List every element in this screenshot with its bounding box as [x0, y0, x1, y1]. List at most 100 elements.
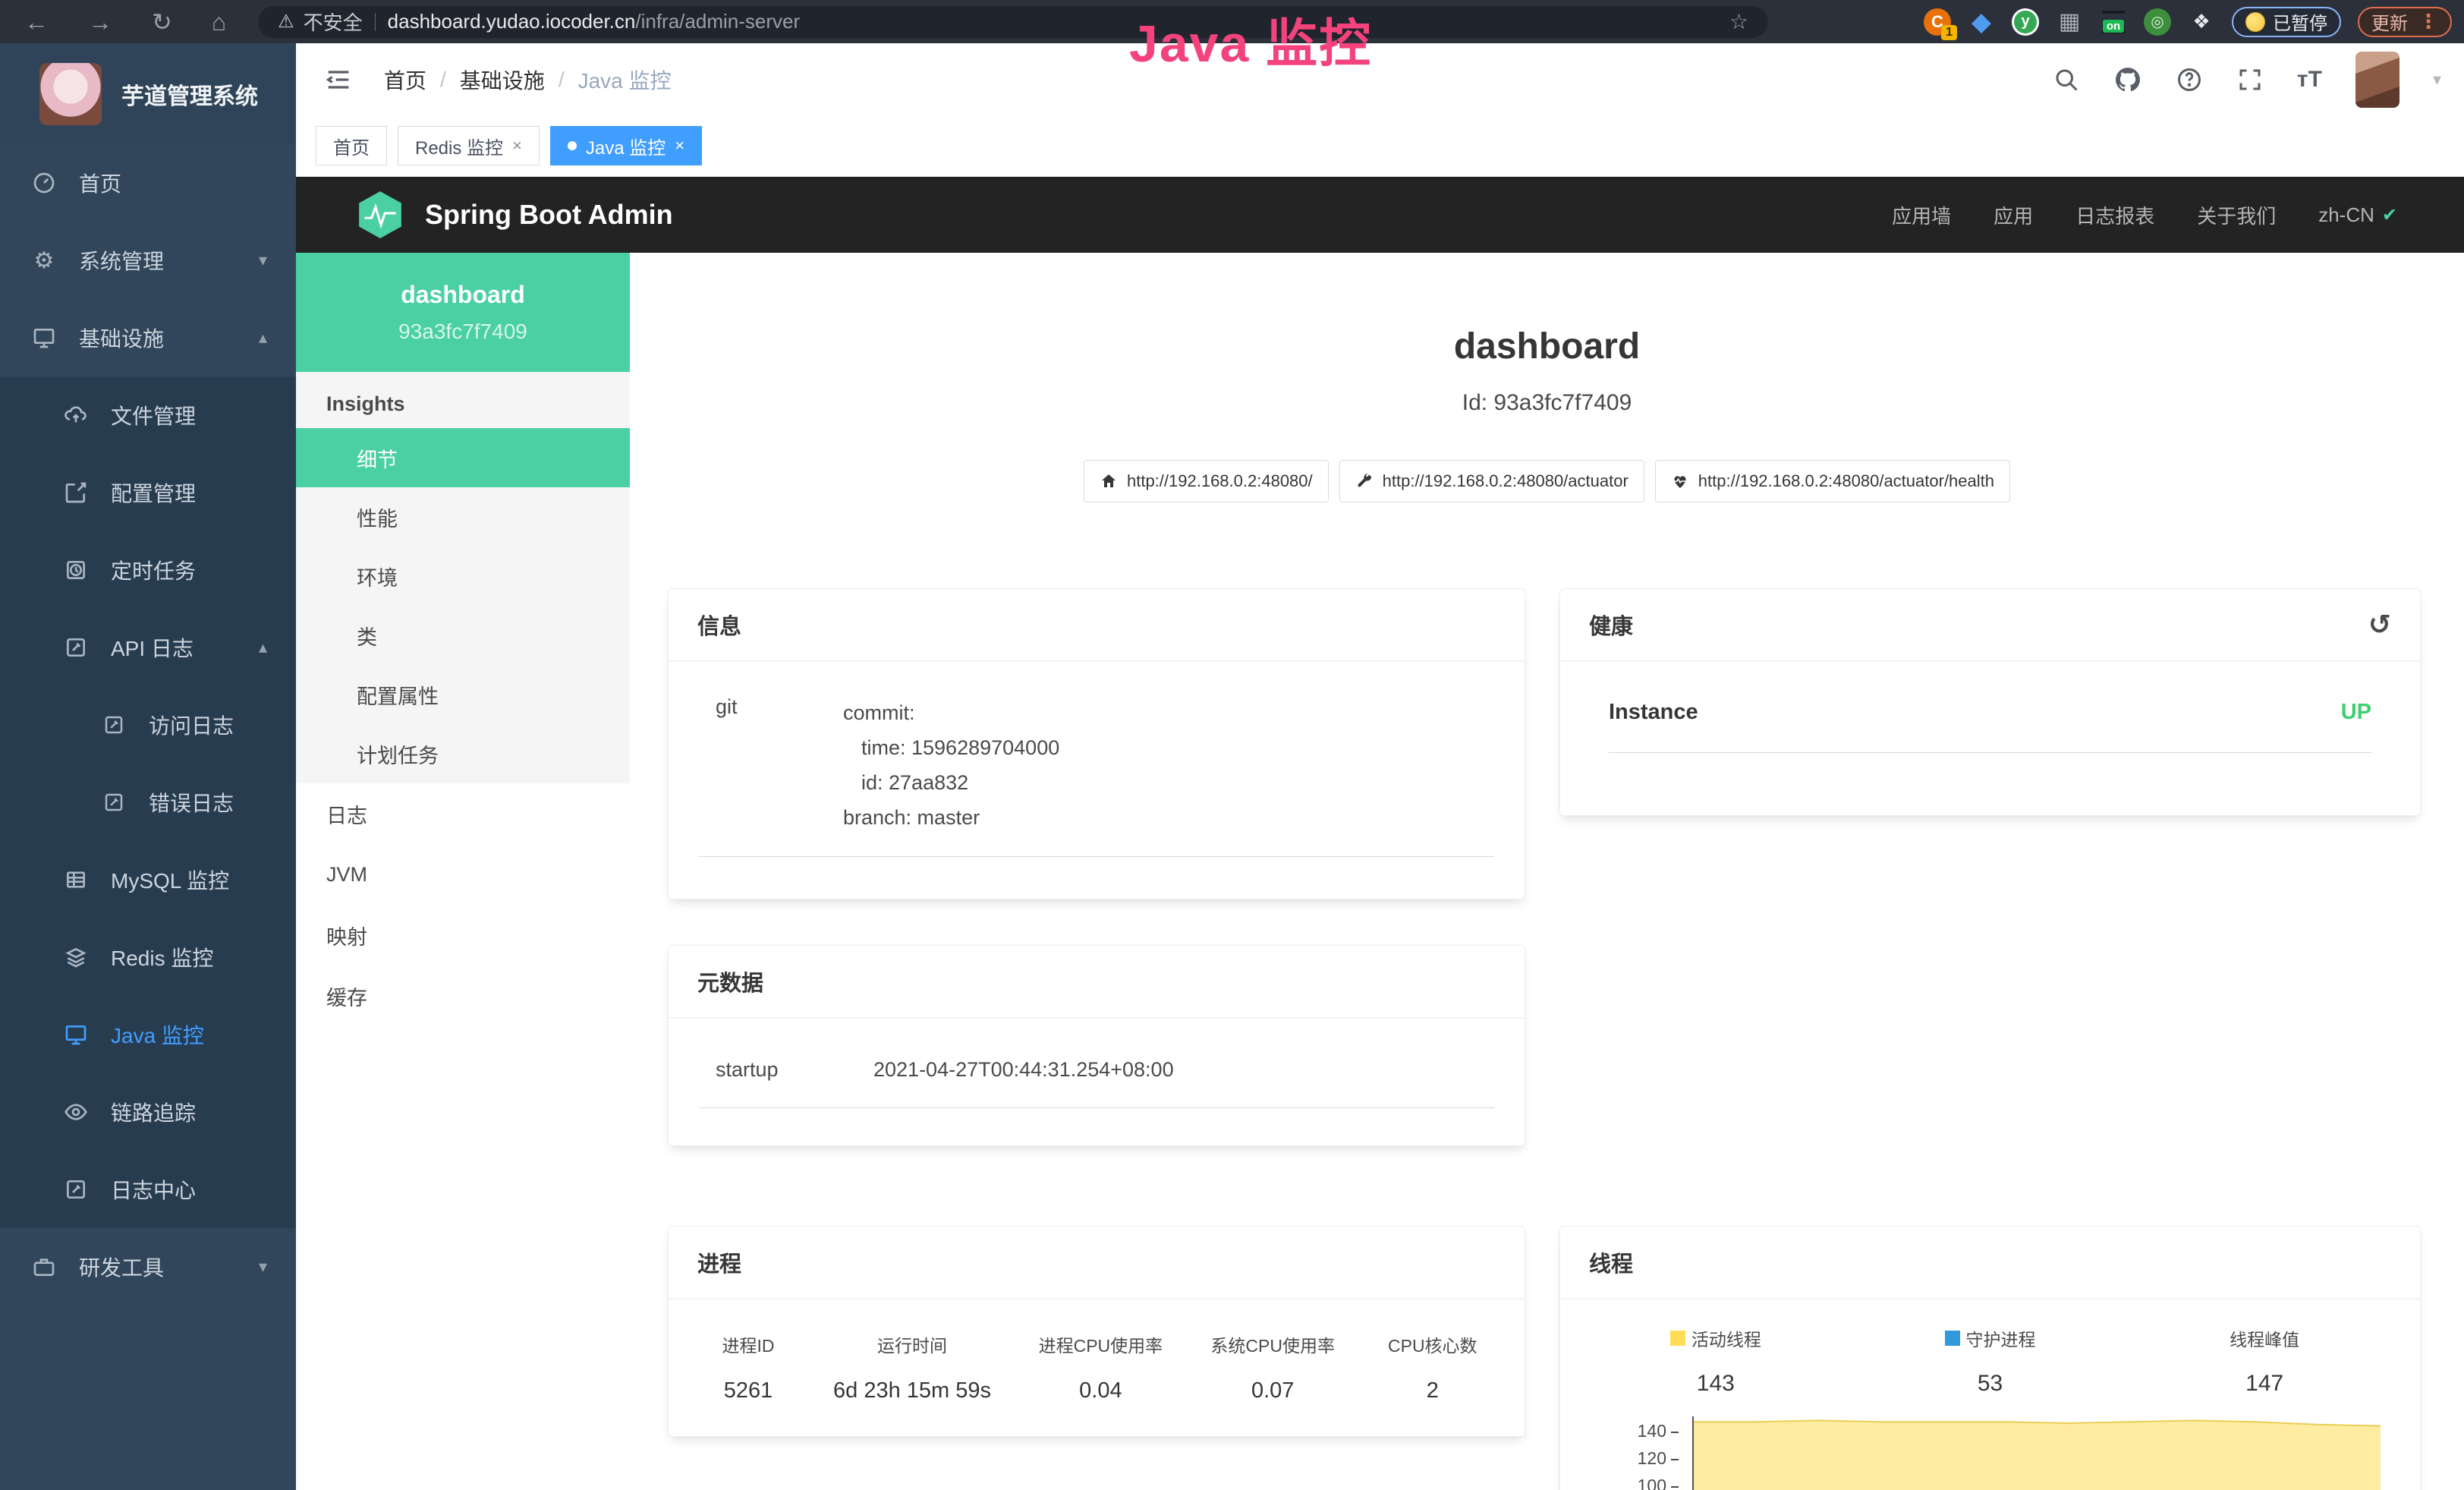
security-label: 不安全	[304, 8, 363, 36]
sba-menu-details[interactable]: 细节	[296, 428, 630, 487]
chrome-update-button[interactable]: 更新 ⋮	[2358, 7, 2452, 37]
sidebar-item-access-log[interactable]: 访问日志	[0, 686, 296, 764]
paused-label: 已暂停	[2273, 8, 2327, 35]
monitor-icon	[30, 324, 58, 351]
sidebar-item-error-log[interactable]: 错误日志	[0, 764, 296, 841]
sba-menu-environment[interactable]: 环境	[296, 547, 630, 606]
sba-menu-metrics[interactable]: 性能	[296, 487, 630, 547]
reload-icon[interactable]: ↻	[152, 10, 172, 34]
tag-home[interactable]: 首页	[316, 126, 387, 165]
sidebar-item-log-center[interactable]: 日志中心	[0, 1151, 296, 1228]
sba-nav-about[interactable]: 关于我们	[2197, 201, 2276, 229]
y-tick: 120	[1638, 1448, 1666, 1468]
extension-colorzilla-icon[interactable]: C 1	[1924, 8, 1951, 36]
browser-home-icon[interactable]: ⌂	[212, 10, 226, 34]
sba-menu-scheduled-tasks[interactable]: 计划任务	[296, 724, 630, 783]
search-icon[interactable]	[2053, 66, 2080, 93]
sba-menu-jvm[interactable]: JVM	[296, 844, 630, 905]
threads-card-title: 线程	[1589, 1246, 1633, 1278]
sidebar-item-file[interactable]: 文件管理	[0, 376, 296, 454]
sba-brand[interactable]: Spring Boot Admin	[296, 188, 673, 241]
sidebar-item-config[interactable]: 配置管理	[0, 454, 296, 531]
sidebar-item-label: 链路追踪	[111, 1097, 196, 1127]
breadcrumb-infra[interactable]: 基础设施	[460, 65, 545, 95]
close-icon[interactable]: ×	[675, 136, 684, 156]
sidebar-item-java-monitor[interactable]: Java 监控	[0, 996, 296, 1073]
app-logo-area[interactable]: 芋道管理系统	[0, 43, 296, 144]
sidebar-item-api-log[interactable]: API 日志 ▴	[0, 609, 296, 686]
monitor-icon	[62, 1021, 90, 1048]
sba-menu-caches[interactable]: 缓存	[296, 966, 630, 1026]
sidebar-item-redis[interactable]: Redis 监控	[0, 918, 296, 996]
url-path: /infra/admin-server	[635, 10, 800, 33]
user-avatar[interactable]	[2355, 52, 2399, 108]
sidebar-item-system[interactable]: ⚙ 系统管理 ▾	[0, 222, 296, 299]
profile-paused-badge[interactable]: 已暂停	[2232, 7, 2341, 37]
back-icon[interactable]: ←	[24, 10, 49, 34]
tag-java-monitor[interactable]: Java 监控 ×	[550, 126, 702, 165]
process-col-label: 系统CPU使用率	[1210, 1331, 1335, 1357]
history-icon[interactable]: ↺	[2368, 611, 2391, 638]
process-card-title: 进程	[697, 1246, 741, 1278]
sidebar-item-label: 日志中心	[111, 1174, 196, 1205]
process-col-value: 5261	[724, 1378, 773, 1403]
legend-yellow-swatch	[1670, 1331, 1685, 1346]
sba-nav-wallboard[interactable]: 应用墙	[1892, 201, 1951, 229]
sba-menu-logs[interactable]: 日志	[296, 783, 630, 844]
app-logo	[39, 63, 102, 125]
sba-menu-classes[interactable]: 类	[296, 606, 630, 665]
browser-menu-icon[interactable]: ⋮	[2418, 10, 2438, 33]
health-row[interactable]: Instance UP	[1609, 700, 2371, 753]
sba-nav-journal[interactable]: 日志报表	[2075, 201, 2154, 229]
health-url-button[interactable]: http://192.168.0.2:48080/actuator/health	[1655, 460, 2010, 502]
sidebar-item-mysql[interactable]: MySQL 监控	[0, 841, 296, 918]
eye-icon	[62, 1098, 90, 1126]
briefcase-icon	[30, 1253, 58, 1281]
extension-gem-icon[interactable]: ◆	[1968, 8, 1995, 36]
chevron-down-icon: ▾	[259, 1257, 267, 1277]
service-url-button[interactable]: http://192.168.0.2:48080/	[1084, 460, 1329, 502]
sba-nav-applications[interactable]: 应用	[1994, 201, 2033, 229]
address-bar[interactable]: ⚠ 不安全 dashboard.yudao.iocoder.cn /infra/…	[258, 6, 1768, 38]
sba-brand-text: Spring Boot Admin	[425, 199, 673, 231]
status-badge: UP	[2341, 700, 2371, 725]
extension-y-icon[interactable]: y	[2012, 8, 2039, 36]
y-tick: 100	[1638, 1476, 1666, 1490]
tag-redis-monitor[interactable]: Redis 监控 ×	[398, 126, 540, 165]
info-card-title: 信息	[697, 609, 741, 641]
avatar-caret-icon[interactable]: ▾	[2433, 70, 2441, 90]
forward-icon[interactable]: →	[88, 10, 112, 34]
bookmark-star-icon[interactable]: ☆	[1729, 9, 1748, 34]
help-icon[interactable]	[2176, 66, 2203, 93]
sidebar-item-label: 访问日志	[149, 710, 234, 740]
threads-legend: 活动线程 143 守护进程 53 线程峰值 147	[1578, 1325, 2402, 1397]
annotation-text: Java 监控	[1129, 2, 1372, 77]
instance-header[interactable]: dashboard 93a3fc7f7409	[296, 253, 630, 372]
sidebar-item-home[interactable]: 首页	[0, 144, 296, 222]
extension-camera-icon[interactable]: ◎	[2144, 8, 2171, 36]
close-icon[interactable]: ×	[512, 136, 522, 156]
fullscreen-icon[interactable]	[2236, 66, 2264, 93]
extensions-puzzle-icon[interactable]: ❖	[2188, 8, 2215, 36]
actuator-url-button[interactable]: http://192.168.0.2:48080/actuator	[1339, 460, 1644, 502]
sba-language-select[interactable]: zh-CN ✔︎	[2318, 203, 2397, 227]
divider	[375, 13, 376, 31]
log-edit-icon	[62, 634, 90, 661]
extension-grid-icon[interactable]: ▦	[2056, 8, 2083, 36]
sidebar-item-job[interactable]: 定时任务	[0, 531, 296, 609]
github-icon[interactable]	[2113, 65, 2142, 94]
sidebar-item-infra[interactable]: 基础设施 ▴	[0, 299, 296, 376]
health-instance-label: Instance	[1609, 700, 1698, 725]
metadata-card-title: 元数据	[697, 966, 763, 997]
sba-menu-config-props[interactable]: 配置属性	[296, 665, 630, 724]
breadcrumb-home[interactable]: 首页	[384, 65, 426, 95]
info-card: 信息 git commit: time: 1596289704000 id: 2…	[668, 588, 1525, 899]
sba-menu-mappings[interactable]: 映射	[296, 905, 630, 966]
font-size-icon[interactable]: тT	[2297, 67, 2322, 93]
sidebar-item-trace[interactable]: 链路追踪	[0, 1073, 296, 1151]
sidebar-item-devtools[interactable]: 研发工具 ▾	[0, 1228, 296, 1306]
hamburger-icon[interactable]	[323, 65, 354, 95]
metadata-key: startup	[699, 1058, 873, 1107]
extension-switch-icon[interactable]: on	[2100, 8, 2127, 36]
sba-navbar: Spring Boot Admin 应用墙 应用 日志报表 关于我们 zh-CN…	[296, 177, 2464, 253]
